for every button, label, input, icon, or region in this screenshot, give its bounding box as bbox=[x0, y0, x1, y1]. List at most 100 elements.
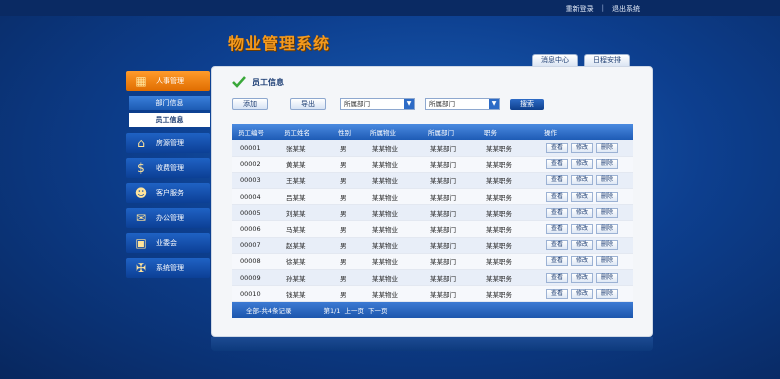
table-cell: 某某部门 bbox=[422, 237, 478, 254]
page-indicator: 第1/1 bbox=[323, 307, 341, 316]
tab-schedule[interactable]: 日程安排 bbox=[584, 54, 630, 66]
sidebar-item-office[interactable]: ✉ 办公管理 bbox=[126, 208, 210, 228]
edit-button[interactable]: 修改 bbox=[571, 191, 594, 202]
top-bar: 重新登录 | 退出系统 bbox=[0, 0, 780, 16]
view-button[interactable]: 查看 bbox=[546, 159, 569, 170]
calendar-icon: ▦ bbox=[135, 74, 147, 88]
table-row: 00007 赵某某男某某物业 某某部门 某某职务 查看 修改 删除 bbox=[232, 237, 633, 254]
sidebar-item-fees[interactable]: $ 收费管理 bbox=[126, 158, 210, 178]
toolbar: 添加 导出 所属部门 ▼ 所属部门 ▼ 搜索 bbox=[232, 98, 544, 110]
department-select-1[interactable]: 所属部门 ▼ bbox=[340, 98, 415, 110]
table-cell: 00009 bbox=[232, 269, 278, 287]
table-cell: 某某部门 bbox=[422, 140, 478, 157]
delete-button[interactable]: 删除 bbox=[596, 175, 619, 186]
table-cell: 某某物业 bbox=[364, 156, 422, 173]
col-header: 性别 bbox=[332, 124, 364, 140]
view-button[interactable]: 查看 bbox=[546, 240, 569, 251]
table-cell-actions: 查看 修改 删除 bbox=[538, 285, 633, 303]
table-cell: 某某部门 bbox=[422, 253, 478, 271]
delete-button[interactable]: 删除 bbox=[596, 142, 619, 153]
employee-table: 员工编号 员工姓名 性别 所属物业 所属部门 职务 操作 00001 张某某男某某… bbox=[232, 124, 633, 319]
table-cell: 某某物业 bbox=[364, 220, 422, 238]
envelope-icon: ✉ bbox=[135, 211, 147, 225]
table-cell-actions: 查看 修改 删除 bbox=[538, 156, 633, 173]
add-button[interactable]: 添加 bbox=[232, 98, 268, 110]
table-cell: 某某物业 bbox=[364, 269, 422, 287]
next-page-link[interactable]: 下一页 bbox=[368, 305, 388, 315]
view-button[interactable]: 查看 bbox=[546, 142, 569, 153]
sidebar-item-committee[interactable]: ▣ 业委会 bbox=[126, 233, 210, 253]
table-cell: 某某部门 bbox=[422, 269, 478, 287]
table-cell-actions: 查看 修改 删除 bbox=[538, 269, 633, 287]
tab-messages[interactable]: 消息中心 bbox=[532, 54, 578, 66]
table-cell: 00006 bbox=[232, 220, 278, 238]
table-cell: 某某职务 bbox=[478, 172, 538, 190]
table-header-row: 员工编号 员工姓名 性别 所属物业 所属部门 职务 操作 bbox=[232, 124, 633, 140]
delete-button[interactable]: 删除 bbox=[596, 288, 619, 299]
table-row: 00010 钱某某男某某物业 某某部门 某某职务 查看 修改 删除 bbox=[232, 285, 633, 303]
subnav-staff[interactable]: 员工信息 bbox=[129, 113, 210, 127]
sidebar-item-system[interactable]: ✠ 系统管理 bbox=[126, 258, 210, 278]
table-cell: 某某物业 bbox=[364, 204, 422, 222]
edit-button[interactable]: 修改 bbox=[571, 159, 594, 170]
edit-button[interactable]: 修改 bbox=[571, 256, 594, 267]
sidebar-item-housing[interactable]: ⌂ 房源管理 bbox=[126, 133, 210, 153]
select-value: 所属部门 bbox=[344, 100, 370, 108]
col-header: 员工姓名 bbox=[278, 124, 332, 140]
logout-link[interactable]: 退出系统 bbox=[612, 4, 640, 14]
table-cell-actions: 查看 修改 删除 bbox=[538, 237, 633, 254]
edit-button[interactable]: 修改 bbox=[571, 272, 594, 283]
pager: 第1/1 上一页 下一页 bbox=[323, 305, 387, 315]
search-button[interactable]: 搜索 bbox=[510, 98, 544, 110]
table-cell: 男 bbox=[332, 285, 364, 303]
delete-button[interactable]: 删除 bbox=[596, 272, 619, 283]
view-button[interactable]: 查看 bbox=[546, 191, 569, 202]
sidebar-item-label: 收费管理 bbox=[156, 164, 184, 172]
view-button[interactable]: 查看 bbox=[546, 288, 569, 299]
sidebar-item-hr[interactable]: ▦ 人事管理 bbox=[126, 71, 210, 91]
sidebar-item-customer[interactable]: ☻ 客户服务 bbox=[126, 183, 210, 203]
view-button[interactable]: 查看 bbox=[546, 256, 569, 267]
view-button[interactable]: 查看 bbox=[546, 207, 569, 218]
table-cell: 男 bbox=[332, 220, 364, 238]
users-icon: ☻ bbox=[134, 186, 148, 200]
table-cell: 某某物业 bbox=[364, 140, 422, 157]
table-cell: 徐某某 bbox=[278, 253, 332, 271]
edit-button[interactable]: 修改 bbox=[571, 175, 594, 186]
house-icon: ⌂ bbox=[137, 136, 145, 150]
delete-button[interactable]: 删除 bbox=[596, 240, 619, 251]
col-header: 操作 bbox=[538, 124, 633, 140]
view-button[interactable]: 查看 bbox=[546, 224, 569, 235]
table-cell: 某某部门 bbox=[422, 172, 478, 190]
export-button[interactable]: 导出 bbox=[290, 98, 326, 110]
table-cell: 黄某某 bbox=[278, 156, 332, 173]
edit-button[interactable]: 修改 bbox=[571, 142, 594, 153]
edit-button[interactable]: 修改 bbox=[571, 288, 594, 299]
prev-page-link[interactable]: 上一页 bbox=[344, 305, 364, 315]
table-row: 00003 王某某男某某物业 某某部门 某某职务 查看 修改 删除 bbox=[232, 172, 633, 190]
delete-button[interactable]: 删除 bbox=[596, 207, 619, 218]
department-select-2[interactable]: 所属部门 ▼ bbox=[425, 98, 500, 110]
delete-button[interactable]: 删除 bbox=[596, 256, 619, 267]
view-button[interactable]: 查看 bbox=[546, 175, 569, 186]
table-cell: 男 bbox=[332, 140, 364, 157]
edit-button[interactable]: 修改 bbox=[571, 240, 594, 251]
edit-button[interactable]: 修改 bbox=[571, 224, 594, 235]
table-row: 00009 孙某某男某某物业 某某部门 某某职务 查看 修改 删除 bbox=[232, 269, 633, 287]
relogin-link[interactable]: 重新登录 bbox=[566, 4, 594, 14]
table-cell-actions: 查看 修改 删除 bbox=[538, 253, 633, 271]
edit-button[interactable]: 修改 bbox=[571, 207, 594, 218]
subnav-dept[interactable]: 部门信息 bbox=[129, 96, 210, 110]
table-cell-actions: 查看 修改 删除 bbox=[538, 204, 633, 222]
delete-button[interactable]: 删除 bbox=[596, 224, 619, 235]
delete-button[interactable]: 删除 bbox=[596, 159, 619, 170]
table-cell-actions: 查看 修改 删除 bbox=[538, 188, 633, 206]
delete-button[interactable]: 删除 bbox=[596, 191, 619, 202]
section-title: 员工信息 bbox=[252, 77, 284, 87]
view-button[interactable]: 查看 bbox=[546, 272, 569, 283]
table-cell: 某某物业 bbox=[364, 253, 422, 271]
table-cell: 00002 bbox=[232, 156, 278, 173]
table-cell: 00003 bbox=[232, 172, 278, 190]
hr-subnav: 部门信息 员工信息 bbox=[126, 96, 210, 127]
table-cell: 王某某 bbox=[278, 172, 332, 190]
